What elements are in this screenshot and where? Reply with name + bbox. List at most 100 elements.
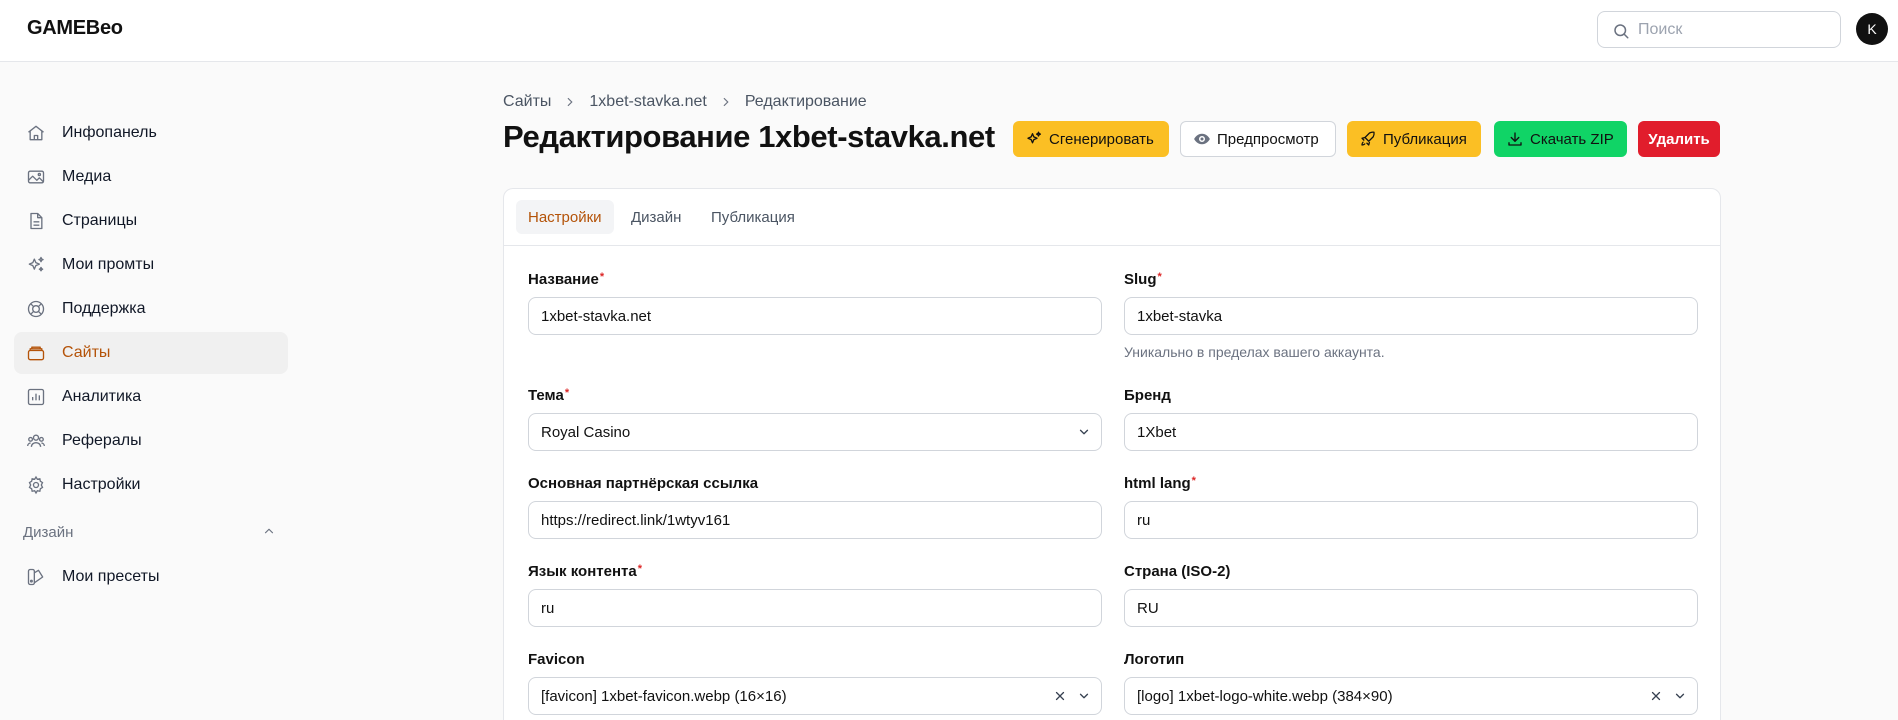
logo-select[interactable]: [logo] 1xbet-logo-white.webp (384×90) [1124, 677, 1698, 715]
sidebar-item-label: Инфопанель [62, 124, 157, 141]
settings-card: Настройки Дизайн Публикация Название* Sl… [503, 188, 1721, 720]
users-icon [24, 429, 48, 453]
sidebar: Инфопанель Медиа Страницы Мои промты Под… [0, 62, 300, 720]
eye-icon [1193, 130, 1211, 148]
content-lang-label: Язык контента* [528, 563, 642, 580]
sidebar-item-presets[interactable]: Мои пресеты [14, 556, 288, 598]
chevron-down-icon [1077, 689, 1091, 708]
sidebar-item-label: Мои пресеты [62, 568, 160, 585]
sidebar-item-support[interactable]: Поддержка [14, 288, 288, 330]
rocket-icon [1359, 130, 1377, 148]
country-input[interactable] [1137, 590, 1677, 626]
top-bar: GAMEBeo K [0, 0, 1898, 62]
preview-label: Предпросмотр [1217, 130, 1319, 148]
tab-bar: Настройки Дизайн Публикация [504, 189, 1720, 246]
chevron-down-icon [1077, 425, 1091, 444]
breadcrumb-site[interactable]: 1xbet-stavka.net [589, 93, 706, 111]
download-zip-button[interactable]: Скачать ZIP [1494, 121, 1627, 157]
chevron-right-icon [719, 95, 733, 109]
name-input[interactable] [541, 298, 1081, 334]
theme-value: Royal Casino [541, 424, 631, 441]
favicon-select[interactable]: [favicon] 1xbet-favicon.webp (16×16) [528, 677, 1102, 715]
chevron-right-icon [563, 95, 577, 109]
favicon-value: [favicon] 1xbet-favicon.webp (16×16) [541, 688, 787, 705]
chart-icon [24, 385, 48, 409]
generate-label: Сгенерировать [1049, 130, 1154, 148]
sparkles-icon [24, 253, 48, 277]
slug-label: Slug* [1124, 271, 1162, 288]
brand-input[interactable] [1137, 414, 1677, 450]
name-label: Название* [528, 271, 605, 288]
logo-label: Логотип [1124, 651, 1185, 668]
search-icon [1614, 24, 1629, 39]
image-icon [24, 165, 48, 189]
html-lang-label: html lang* [1124, 475, 1196, 492]
stack-icon [24, 341, 48, 365]
slug-field[interactable] [1124, 297, 1698, 335]
close-icon[interactable] [1649, 689, 1663, 708]
logo-value: [logo] 1xbet-logo-white.webp (384×90) [1137, 688, 1393, 705]
gear-icon [24, 473, 48, 497]
content-lang-input[interactable] [541, 590, 1081, 626]
sidebar-item-label: Медиа [62, 168, 112, 185]
sidebar-item-label: Мои промты [62, 256, 155, 273]
breadcrumb-sites[interactable]: Сайты [503, 93, 551, 111]
chevron-up-icon[interactable] [262, 524, 276, 543]
affiliate-link-field[interactable] [528, 501, 1102, 539]
country-label: Страна (ISO-2) [1124, 563, 1231, 580]
page-title: Редактирование 1xbet-stavka.net [503, 119, 995, 154]
sidebar-item-media[interactable]: Медиа [14, 156, 288, 198]
content-lang-field[interactable] [528, 589, 1102, 627]
sidebar-item-label: Страницы [62, 212, 138, 229]
brand-label: Бренд [1124, 387, 1171, 404]
home-icon [24, 121, 48, 145]
country-field[interactable] [1124, 589, 1698, 627]
sidebar-item-label: Поддержка [62, 300, 146, 317]
slug-hint: Уникально в пределах вашего аккаунта. [1124, 344, 1385, 360]
breadcrumb: Сайты 1xbet-stavka.net Редактирование [503, 93, 867, 111]
app-logo[interactable]: GAMEBeo [27, 17, 123, 40]
sidebar-item-label: Сайты [62, 344, 111, 361]
preview-button[interactable]: Предпросмотр [1180, 121, 1336, 157]
sidebar-item-referrals[interactable]: Рефералы [14, 420, 288, 462]
sidebar-item-pages[interactable]: Страницы [14, 200, 288, 242]
brand-field[interactable] [1124, 413, 1698, 451]
html-lang-input[interactable] [1137, 502, 1677, 538]
publish-button[interactable]: Публикация [1347, 121, 1481, 157]
sidebar-item-label: Аналитика [62, 388, 142, 405]
palette-icon [24, 565, 48, 589]
sidebar-item-analytics[interactable]: Аналитика [14, 376, 288, 418]
theme-label: Тема* [528, 387, 570, 404]
html-lang-field[interactable] [1124, 501, 1698, 539]
tab-design[interactable]: Дизайн [619, 200, 693, 234]
sidebar-item-dashboard[interactable]: Инфопанель [14, 112, 288, 154]
chevron-down-icon [1673, 689, 1687, 708]
publish-label: Публикация [1383, 130, 1467, 148]
tab-publication[interactable]: Публикация [699, 200, 807, 234]
search-input[interactable] [1638, 12, 1834, 47]
lifebuoy-icon [24, 297, 48, 321]
user-avatar[interactable]: K [1856, 13, 1888, 45]
affiliate-link-label: Основная партнёрская ссылка [528, 475, 759, 492]
download-icon [1506, 130, 1524, 148]
sidebar-item-settings[interactable]: Настройки [14, 464, 288, 506]
download-zip-label: Скачать ZIP [1530, 130, 1614, 148]
tab-settings[interactable]: Настройки [516, 200, 614, 234]
theme-select[interactable]: Royal Casino [528, 413, 1102, 451]
sparkles-icon [1025, 130, 1043, 148]
sidebar-item-prompts[interactable]: Мои промты [14, 244, 288, 286]
file-icon [24, 209, 48, 233]
sidebar-item-label: Рефералы [62, 432, 142, 449]
affiliate-link-input[interactable] [541, 502, 1081, 538]
search-box[interactable] [1597, 11, 1841, 48]
close-icon[interactable] [1053, 689, 1067, 708]
sidebar-item-label: Настройки [62, 476, 141, 493]
sidebar-section-design[interactable]: Дизайн [23, 524, 73, 541]
slug-input[interactable] [1137, 298, 1677, 334]
generate-button[interactable]: Сгенерировать [1013, 121, 1169, 157]
breadcrumb-current: Редактирование [744, 93, 867, 110]
sidebar-item-sites[interactable]: Сайты [14, 332, 288, 374]
name-field[interactable] [528, 297, 1102, 335]
delete-button[interactable]: Удалить [1638, 121, 1720, 157]
favicon-label: Favicon [528, 651, 585, 668]
